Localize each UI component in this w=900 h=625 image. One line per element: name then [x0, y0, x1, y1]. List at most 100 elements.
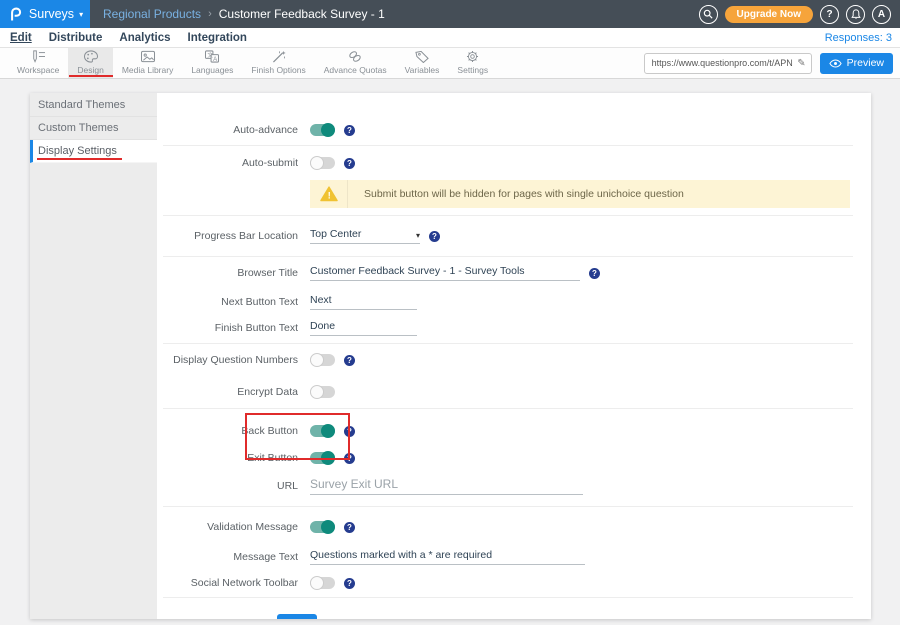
toolbar-tab-label: Media Library — [122, 65, 174, 75]
tag-icon — [414, 50, 430, 63]
social-network-toolbar-help-icon[interactable]: ? — [344, 578, 355, 589]
breadcrumb-separator: › — [208, 8, 212, 20]
svg-text:A: A — [213, 57, 217, 63]
notifications-button[interactable] — [846, 5, 865, 24]
toolbar-tab-label: Settings — [457, 65, 488, 75]
display-question-numbers-toggle[interactable] — [310, 354, 335, 366]
browser-title-input[interactable]: Customer Feedback Survey - 1 - Survey To… — [310, 265, 580, 281]
back-button-help-icon[interactable]: ? — [344, 426, 355, 437]
edit-url-icon[interactable]: ✎ — [797, 58, 805, 69]
finish-button-text-input[interactable]: Done — [310, 320, 417, 336]
toolbar-tab-media-library[interactable]: Media Library — [113, 48, 183, 78]
social-network-toolbar-row: Social Network Toolbar ? — [157, 569, 871, 597]
toolbar-tab-variables[interactable]: Variables — [396, 48, 449, 78]
nav-tab-edit[interactable]: Edit — [10, 32, 32, 44]
top-bar: Surveys ▾ Regional Products › Customer F… — [0, 0, 900, 28]
save-button[interactable]: Save — [277, 614, 317, 619]
validation-message-toggle[interactable] — [310, 521, 335, 533]
display-settings-annotation — [37, 158, 122, 160]
progress-bar-help-icon[interactable]: ? — [429, 231, 440, 242]
toolbar-tab-label: Design — [77, 65, 103, 75]
section-divider — [163, 408, 853, 409]
toolbar-tab-design[interactable]: Design — [68, 48, 112, 78]
progress-bar-location-select[interactable]: Top Center ▾ — [310, 228, 420, 244]
search-icon — [703, 9, 713, 19]
auto-advance-label: Auto-advance — [157, 124, 298, 136]
toolbar-tab-label: Advance Quotas — [324, 65, 387, 75]
next-button-text-label: Next Button Text — [157, 296, 298, 308]
toggle-knob — [310, 156, 324, 170]
exit-button-help-icon[interactable]: ? — [344, 453, 355, 464]
social-network-toolbar-label: Social Network Toolbar — [157, 577, 298, 589]
select-value: Top Center — [310, 228, 361, 240]
message-text-row: Message Text Questions marked with a * a… — [157, 545, 871, 569]
breadcrumb-folder[interactable]: Regional Products — [103, 7, 201, 21]
browser-title-help-icon[interactable]: ? — [589, 268, 600, 279]
help-button[interactable]: ? — [820, 5, 839, 24]
browser-title-label: Browser Title — [157, 267, 298, 279]
warning-icon-wrap: ! — [310, 180, 348, 208]
toolbar-tab-label: Languages — [191, 65, 233, 75]
main-nav: Edit Distribute Analytics Integration Re… — [0, 28, 900, 48]
preview-button[interactable]: Preview — [820, 53, 893, 74]
toolbar-tab-languages[interactable]: 文 A Languages — [182, 48, 242, 78]
toolbar-tab-label: Variables — [405, 65, 440, 75]
toolbar-tab-settings[interactable]: Settings — [448, 48, 497, 78]
toggle-knob — [321, 520, 335, 534]
toolbar-tab-finish-options[interactable]: Finish Options — [242, 48, 314, 78]
sidebar-item-display-settings[interactable]: Display Settings — [30, 140, 157, 163]
palette-icon — [83, 50, 99, 63]
chevron-down-icon: ▾ — [79, 10, 83, 19]
exit-button-toggle[interactable] — [310, 452, 335, 464]
next-button-text-row: Next Button Text Next — [157, 289, 871, 315]
toggle-knob — [321, 451, 335, 465]
encrypt-data-toggle[interactable] — [310, 386, 335, 398]
sidebar-item-label: Display Settings — [38, 145, 117, 157]
design-active-annotation — [69, 75, 113, 77]
social-network-toolbar-toggle[interactable] — [310, 577, 335, 589]
next-button-text-input[interactable]: Next — [310, 294, 417, 310]
progress-bar-location-row: Progress Bar Location Top Center ▾ ? — [157, 216, 871, 256]
auto-submit-label: Auto-submit — [157, 157, 298, 169]
auto-submit-toggle[interactable] — [310, 157, 335, 169]
sidebar-item-standard-themes[interactable]: Standard Themes — [30, 94, 157, 117]
back-button-toggle[interactable] — [310, 425, 335, 437]
responses-count[interactable]: Responses: 3 — [825, 32, 892, 44]
upgrade-now-button[interactable]: Upgrade Now — [725, 6, 813, 23]
toggle-knob — [310, 576, 324, 590]
nav-tab-distribute[interactable]: Distribute — [49, 32, 103, 44]
search-button[interactable] — [699, 5, 718, 24]
survey-url-field[interactable]: https://www.questionpro.com/t/APNrFZ ✎ — [644, 53, 812, 74]
edit-toolbar: Workspace Design Media Library 文 A Langu… — [0, 48, 900, 79]
eye-icon — [829, 59, 842, 68]
display-question-numbers-help-icon[interactable]: ? — [344, 355, 355, 366]
exit-url-input[interactable]: Survey Exit URL — [310, 477, 583, 495]
toolbar-tab-advance-quotas[interactable]: Advance Quotas — [315, 48, 396, 78]
topbar-actions: Upgrade Now ? A — [699, 5, 891, 24]
product-switcher[interactable]: Surveys ▾ — [0, 0, 90, 28]
preview-label: Preview — [847, 57, 884, 69]
toolbar-tab-workspace[interactable]: Workspace — [8, 48, 68, 78]
auto-advance-help-icon[interactable]: ? — [344, 125, 355, 136]
nav-tab-integration[interactable]: Integration — [188, 32, 247, 44]
nav-tab-analytics[interactable]: Analytics — [119, 32, 170, 44]
toggle-knob — [310, 385, 324, 399]
section-divider — [163, 597, 853, 598]
message-text-label: Message Text — [157, 551, 298, 563]
auto-submit-help-icon[interactable]: ? — [344, 158, 355, 169]
section-divider — [163, 506, 853, 507]
exit-url-label: URL — [157, 480, 298, 492]
gear-icon — [465, 50, 480, 63]
warning-text: Submit button will be hidden for pages w… — [364, 188, 684, 200]
translate-icon: 文 A — [204, 50, 220, 63]
account-avatar[interactable]: A — [872, 5, 891, 24]
back-button-label: Back Button — [157, 425, 298, 437]
breadcrumb: Regional Products › Customer Feedback Su… — [103, 7, 385, 21]
toggle-knob — [321, 424, 335, 438]
validation-message-help-icon[interactable]: ? — [344, 522, 355, 533]
auto-advance-toggle[interactable] — [310, 124, 335, 136]
progress-bar-location-label: Progress Bar Location — [157, 230, 298, 242]
sidebar-item-custom-themes[interactable]: Custom Themes — [30, 117, 157, 140]
save-row: Save — [277, 614, 871, 619]
message-text-input[interactable]: Questions marked with a * are required — [310, 549, 585, 565]
